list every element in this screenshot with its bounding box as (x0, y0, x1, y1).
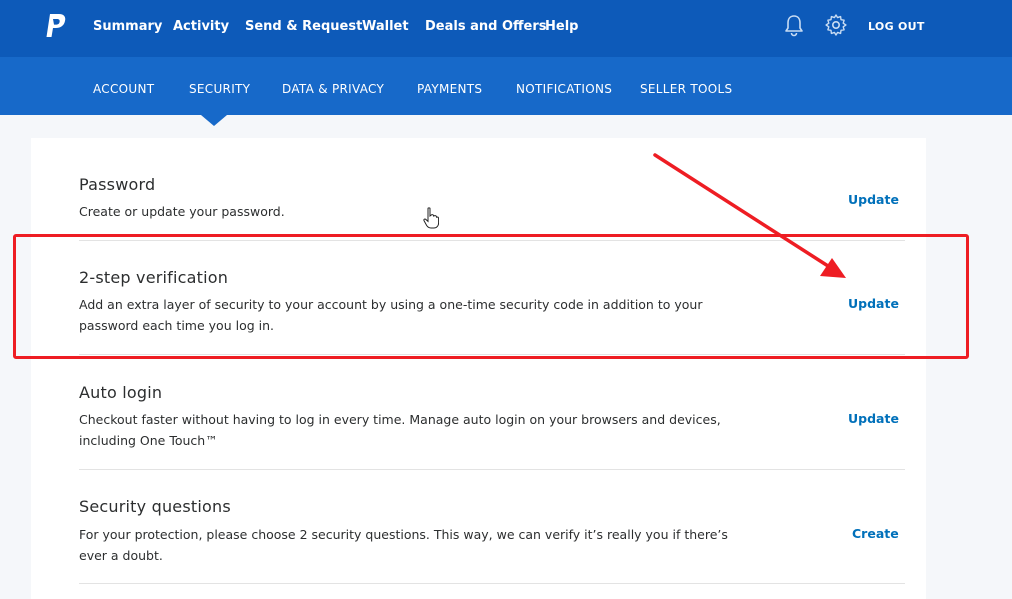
security-questions-description: For your protection, please choose 2 sec… (79, 527, 728, 563)
nav-deals-offers[interactable]: Deals and Offers (425, 19, 547, 34)
auto-login-description: Checkout faster without having to log in… (79, 412, 721, 448)
security-questions-title: Security questions (79, 497, 231, 516)
tab-account[interactable]: ACCOUNT (93, 82, 154, 96)
password-description: Create or update your password. (79, 204, 285, 219)
row-divider (79, 469, 905, 470)
paypal-logo-icon[interactable] (44, 13, 68, 39)
bell-icon[interactable] (782, 13, 806, 37)
hand-cursor-icon (423, 207, 439, 229)
active-tab-indicator (201, 115, 227, 126)
row-divider (79, 583, 905, 584)
tab-payments[interactable]: PAYMENTS (417, 82, 482, 96)
password-update-link[interactable]: Update (848, 192, 899, 207)
password-title: Password (79, 175, 156, 194)
auto-login-title: Auto login (79, 383, 163, 402)
gear-icon[interactable] (824, 13, 848, 37)
nav-help[interactable]: Help (545, 19, 578, 34)
auto-login-update-link[interactable]: Update (848, 411, 899, 426)
tab-seller-tools[interactable]: SELLER TOOLS (640, 82, 732, 96)
tab-notifications[interactable]: NOTIFICATIONS (516, 82, 612, 96)
annotation-highlight-box (13, 234, 969, 359)
nav-activity[interactable]: Activity (173, 19, 229, 34)
nav-send-request[interactable]: Send & Request (245, 19, 362, 34)
tab-data-privacy[interactable]: DATA & PRIVACY (282, 82, 384, 96)
nav-wallet[interactable]: Wallet (362, 19, 409, 34)
logout-button[interactable]: LOG OUT (868, 20, 925, 33)
nav-summary[interactable]: Summary (93, 19, 162, 34)
tab-security[interactable]: SECURITY (189, 82, 250, 96)
security-questions-create-link[interactable]: Create (852, 526, 899, 541)
